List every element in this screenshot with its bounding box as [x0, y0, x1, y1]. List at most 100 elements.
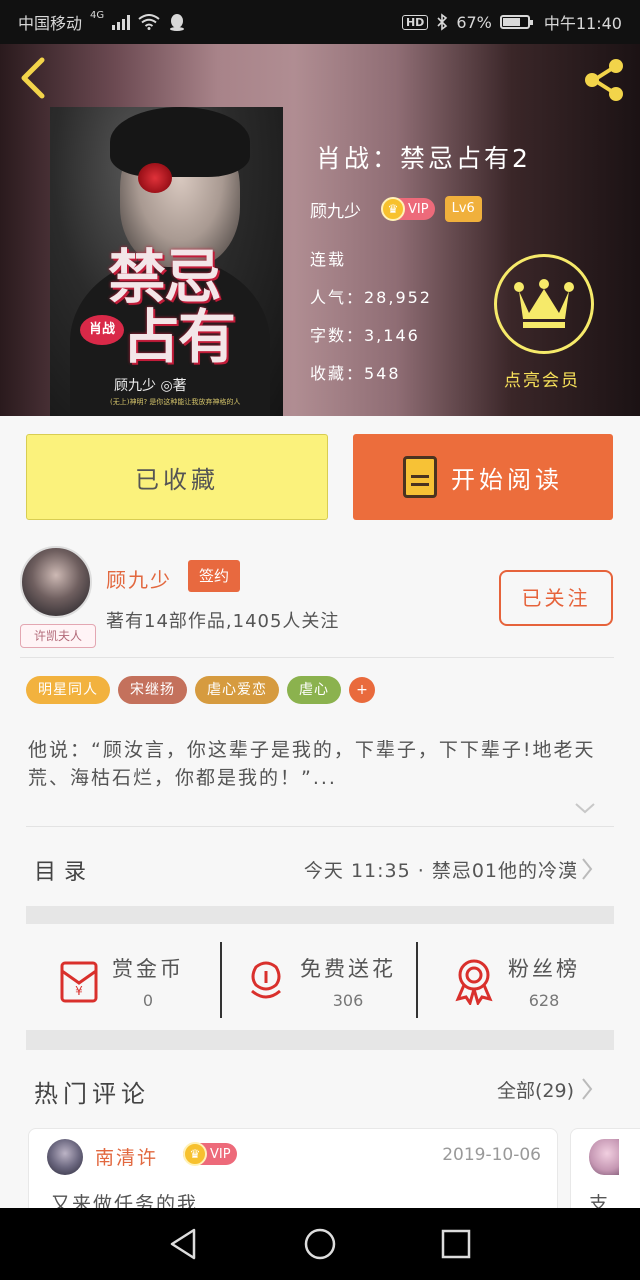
- vip-badge: ♛ VIP: [183, 1142, 237, 1166]
- medal-icon: [455, 959, 493, 1005]
- divider: [220, 942, 222, 1018]
- svg-text:¥: ¥: [75, 984, 83, 998]
- chevron-down-icon: [575, 803, 595, 814]
- fan-ranking-stat[interactable]: 粉丝榜 628: [450, 924, 580, 1038]
- crown-icon: ♛: [381, 197, 405, 221]
- hero-author-name: 顾九少: [310, 201, 361, 222]
- tag-list: 明星同人 宋继扬 虐心爱恋 虐心 +: [26, 676, 375, 704]
- stat-label: 粉丝榜: [508, 956, 580, 981]
- divider: [26, 826, 614, 827]
- commenter-avatar[interactable]: [47, 1139, 83, 1175]
- book-popularity: 人气：28,952: [310, 288, 432, 307]
- share-icon: [585, 59, 623, 101]
- system-nav-bar: [0, 1208, 640, 1280]
- commenter-name[interactable]: 南清许: [95, 1143, 158, 1170]
- vip-label: VIP: [210, 1146, 231, 1162]
- signal-icon: [112, 14, 131, 30]
- network-label: 4G: [90, 10, 105, 21]
- tag-pill[interactable]: 明星同人: [26, 676, 110, 704]
- status-bar: 中国移动 4G HD 67% 中午11:40: [0, 0, 640, 44]
- battery-percent: 67%: [456, 12, 492, 32]
- signed-badge: 签约: [188, 560, 240, 592]
- qq-icon: [170, 14, 185, 31]
- level-badge: Lv6: [444, 196, 482, 222]
- all-comments-link[interactable]: 全部(29): [497, 1076, 574, 1103]
- hero-author-row: 顾九少 ♛ VIP Lv6: [310, 196, 482, 222]
- follow-button[interactable]: 已关注: [499, 570, 613, 626]
- red-envelope-icon: ¥: [60, 961, 98, 1003]
- cover-heart-badge: 肖战: [80, 315, 124, 345]
- favorite-button[interactable]: 已收藏: [26, 434, 328, 520]
- start-reading-label: 开始阅读: [451, 465, 563, 494]
- crown-icon: [514, 279, 574, 328]
- flower-icon: [251, 961, 281, 999]
- cover-title-line1: 禁忌: [108, 243, 222, 311]
- section-separator: [26, 1030, 614, 1050]
- book-word-count: 字数：3,146: [310, 326, 420, 345]
- member-crown-button[interactable]: [494, 254, 594, 354]
- book-status: 连载: [310, 250, 347, 269]
- book-icon: [403, 456, 437, 498]
- stat-label: 赏金币: [112, 956, 184, 981]
- nav-home-icon[interactable]: [302, 1226, 338, 1262]
- hot-comments-title: 热门评论: [34, 1080, 150, 1108]
- chevron-right-icon: [582, 1078, 593, 1100]
- free-flower-stat[interactable]: 免费送花 306: [242, 924, 396, 1038]
- cover-title: 禁忌 占有: [108, 247, 258, 367]
- book-favorites: 收藏：548: [310, 364, 401, 383]
- crown-icon: ♛: [183, 1142, 207, 1166]
- commenter-avatar[interactable]: [589, 1139, 619, 1175]
- vip-badge: ♛ VIP: [381, 197, 435, 221]
- book-hero: 禁忌 占有 肖战 顾九少 ◎著 (无上)神明? 是你这种能让我放弃神格的人 肖战…: [0, 44, 640, 416]
- stat-label: 免费送花: [300, 956, 396, 981]
- author-avatar[interactable]: [20, 546, 92, 618]
- wifi-icon: [138, 14, 160, 30]
- tag-pill[interactable]: 虐心爱恋: [195, 676, 279, 704]
- book-detail-content: 已收藏 开始阅读 许凯夫人 顾九少 签约 著有14部作品,1405人关注 已关注…: [0, 416, 640, 1218]
- divider: [416, 942, 418, 1018]
- section-separator: [26, 906, 614, 924]
- comment-date: 2019-10-06: [442, 1145, 541, 1165]
- battery-icon: [499, 15, 533, 29]
- chevron-right-icon: [582, 858, 593, 880]
- book-title: 肖战：禁忌占有2: [316, 144, 531, 173]
- clock: 中午11:40: [543, 14, 622, 33]
- expand-synopsis-button[interactable]: [574, 800, 596, 814]
- author-stats: 著有14部作品,1405人关注: [106, 611, 340, 632]
- book-cover[interactable]: 禁忌 占有 肖战 顾九少 ◎著 (无上)神明? 是你这种能让我放弃神格的人: [50, 107, 283, 416]
- cover-tagline: (无上)神明? 是你这种能让我放弃神格的人: [110, 398, 241, 406]
- divider: [20, 657, 614, 658]
- carrier-label: 中国移动: [18, 14, 83, 33]
- reward-coins-stat[interactable]: ¥ 赏金币 0: [54, 924, 184, 1038]
- tag-pill[interactable]: 虐心: [287, 676, 341, 704]
- start-reading-button[interactable]: 开始阅读: [353, 434, 613, 520]
- cover-hair: [110, 107, 250, 177]
- comment-card[interactable]: 南清许 ♛ VIP 2019-10-06 又来做任务的我: [28, 1128, 558, 1218]
- back-button[interactable]: [14, 56, 54, 100]
- add-tag-button[interactable]: +: [349, 677, 375, 703]
- tag-pill[interactable]: 宋继扬: [118, 676, 187, 704]
- stat-value: 0: [142, 990, 154, 1010]
- cover-author: 顾九少 ◎著: [114, 378, 187, 394]
- synopsis[interactable]: 他说：“顾汝言，你这辈子是我的，下辈子，下下辈子!地老天荒、海枯石烂，你都是我的…: [28, 736, 608, 792]
- back-arrow-icon: [21, 57, 45, 99]
- stat-value: 628: [528, 990, 560, 1010]
- cover-title-line2: 占有: [122, 303, 236, 371]
- comment-card[interactable]: 支: [570, 1128, 640, 1218]
- nav-back-icon[interactable]: [166, 1226, 202, 1262]
- member-label[interactable]: 点亮会员: [504, 366, 580, 391]
- avatar-tag: 许凯夫人: [20, 624, 96, 648]
- nav-recents-icon[interactable]: [438, 1226, 474, 1262]
- favorite-label: 已收藏: [135, 465, 219, 494]
- vip-label: VIP: [408, 201, 429, 217]
- rose-icon: [138, 163, 172, 193]
- bluetooth-icon: [437, 13, 448, 31]
- stat-value: 306: [332, 990, 364, 1010]
- stats-row: ¥ 赏金币 0 免费送花 306 粉丝榜 628: [26, 924, 614, 1038]
- toc-label[interactable]: 目录: [34, 854, 94, 886]
- share-button[interactable]: [580, 56, 630, 104]
- toc-latest-chapter[interactable]: 今天 11:35 · 禁忌01他的冷漠: [304, 856, 578, 883]
- hd-badge: HD: [401, 14, 429, 30]
- commenter-vip-badge: ♛ VIP: [183, 1142, 237, 1166]
- author-name[interactable]: 顾九少: [106, 564, 172, 593]
